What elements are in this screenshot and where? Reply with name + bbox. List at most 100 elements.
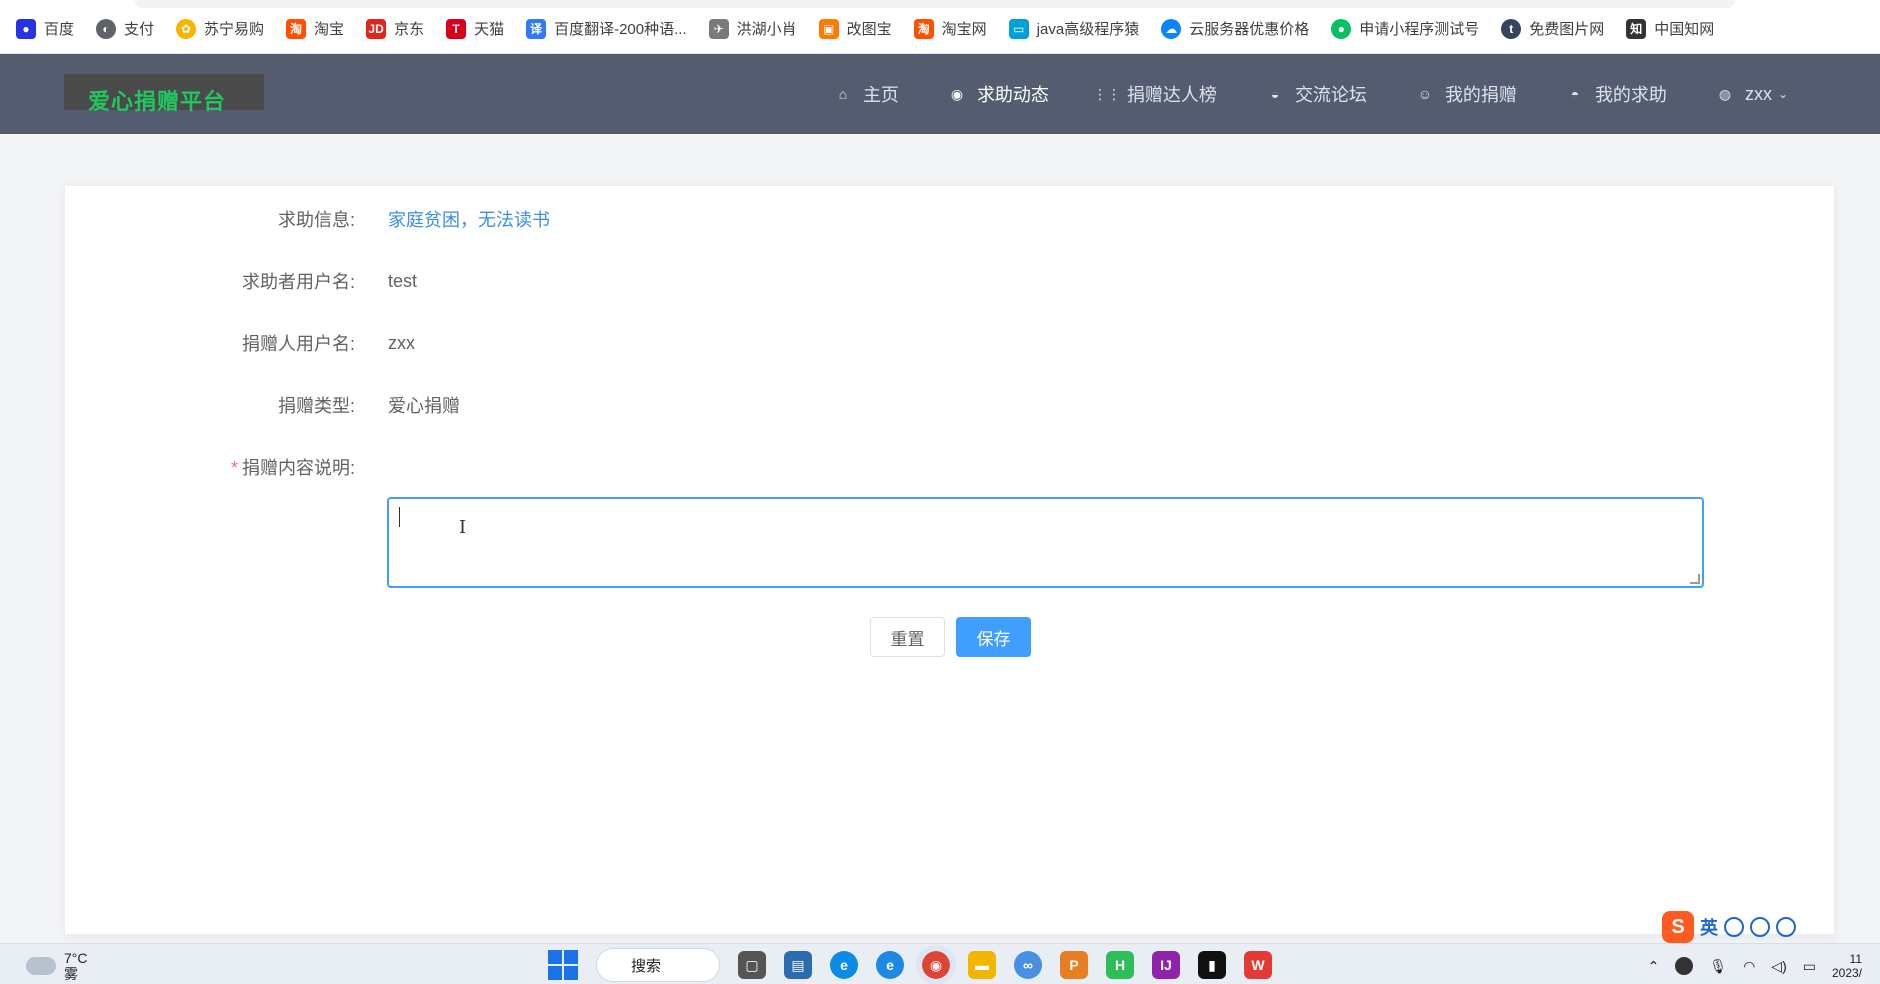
wifi-icon[interactable]: ◠ bbox=[1743, 958, 1755, 975]
sogou-ime-icon[interactable]: S bbox=[1662, 911, 1694, 943]
donor-value: zxx bbox=[388, 332, 415, 353]
nav-donor-ranking[interactable]: ⋮⋮ 捐赠达人榜 bbox=[1092, 81, 1217, 107]
donation-form-card: 求助信息: 家庭贫困，无法读书 求助者用户名: test 捐赠人用户名: zxx… bbox=[64, 185, 1835, 935]
donor-row: 捐赠人用户名: zxx bbox=[65, 330, 415, 356]
bilibili-icon: ▭ bbox=[1008, 18, 1029, 39]
hbuilder-icon[interactable]: H bbox=[1106, 951, 1134, 979]
type-value: 爱心捐赠 bbox=[388, 396, 460, 416]
ime-toolbar: S 英 bbox=[1662, 910, 1796, 944]
chevron-down-icon: ⌄ bbox=[1777, 87, 1788, 101]
bookmarks-bar: ● 百度 ◐ 支付 ✿ 苏宁易购 淘淘宝 JD 京东 T 天猫 译百度翻译-200种语..… bbox=[0, 0, 1880, 54]
weather-temp: 7°C bbox=[64, 950, 88, 966]
save-button[interactable]: 保存 bbox=[956, 617, 1031, 657]
user-icon: ◍ bbox=[1718, 85, 1732, 102]
requester-value: test bbox=[388, 270, 418, 291]
taskbar-apps: 搜索 ▢ ▤ e e ◉ ▬ ∞ P H IJ ▮ W bbox=[548, 945, 1272, 984]
bookmark-suning[interactable]: ✿ 苏宁易购 bbox=[176, 18, 264, 39]
powerpoint-icon[interactable]: P bbox=[1060, 951, 1088, 979]
resize-handle-icon[interactable] bbox=[1690, 574, 1700, 584]
tmall-icon: T bbox=[446, 18, 467, 39]
bookmark-taobao-net[interactable]: 淘淘宝网 bbox=[913, 18, 987, 39]
translate-icon: 译 bbox=[526, 18, 547, 39]
folder-icon[interactable]: ▬ bbox=[968, 951, 996, 979]
bookmark-miniprogram[interactable]: ● 申请小程序测试号 bbox=[1331, 18, 1479, 39]
qq-icon[interactable] bbox=[1675, 957, 1694, 975]
taskbar-search[interactable]: 搜索 bbox=[596, 948, 720, 982]
bookmark-tmall[interactable]: T 天猫 bbox=[446, 18, 504, 39]
bookmark-honghu[interactable]: ✈ 洪湖小肖 bbox=[708, 18, 797, 39]
text-caret bbox=[399, 507, 400, 527]
emoji-icon[interactable] bbox=[1724, 917, 1744, 937]
clock[interactable]: 11 2023/ bbox=[1832, 952, 1862, 980]
content-label: * 捐赠内容说明: bbox=[230, 458, 355, 478]
app-header: 爱心捐赠平台 ⌂ 主页 ◉ 求助动态 ⋮⋮ 捐赠达人榜 ◒ 交流论坛 ☺ 我的捐赠 ◓ 我的… bbox=[0, 54, 1880, 134]
edge-icon[interactable]: e bbox=[830, 951, 858, 979]
nav-my-help[interactable]: ◓ 我的求助 bbox=[1567, 81, 1667, 107]
bookmark-gaitubao[interactable]: ▣ 改图宝 bbox=[818, 18, 892, 39]
baidu-paw-icon: ● bbox=[16, 18, 36, 39]
wechat-icon: ● bbox=[1331, 18, 1352, 39]
globe-icon: ◐ bbox=[96, 18, 117, 39]
windows-start-icon[interactable] bbox=[548, 950, 578, 980]
suning-lion-icon: ✿ bbox=[176, 18, 197, 39]
ime-mode-toggle[interactable]: 英 bbox=[1700, 914, 1718, 940]
bookmark-cloud-server[interactable]: ☁ 云服务器优惠价格 bbox=[1161, 18, 1309, 39]
bookmark-java[interactable]: ▭ java高级程序猿 bbox=[1008, 18, 1139, 39]
requester-row: 求助者用户名: test bbox=[65, 268, 417, 294]
help-info-label: 求助信息: bbox=[277, 210, 355, 230]
help-info-value[interactable]: 家庭贫困，无法读书 bbox=[388, 206, 550, 232]
bookmark-baidu-translate[interactable]: 译百度翻译-200种语... bbox=[526, 18, 687, 39]
user-menu[interactable]: ◍ zxx ⌄ bbox=[1717, 84, 1788, 105]
reset-button[interactable]: 重置 bbox=[870, 617, 945, 657]
bookmark-pay[interactable]: ◐ 支付 bbox=[96, 18, 154, 39]
taobao-icon: 淘 bbox=[286, 18, 307, 39]
system-tray: ⌃ 🎙 ◠ ◁) ▭ 11 2023/ bbox=[1648, 952, 1862, 980]
type-row: 捐赠类型: 爱心捐赠 bbox=[65, 392, 460, 418]
microphone-icon[interactable]: 🎙 bbox=[1709, 958, 1727, 975]
bird-icon: ✈ bbox=[708, 18, 729, 39]
bookmark-jd[interactable]: JD 京东 bbox=[366, 18, 424, 39]
volume-icon[interactable]: ◁) bbox=[1771, 958, 1786, 975]
type-label: 捐赠类型: bbox=[277, 396, 355, 416]
bookmark-taobao[interactable]: 淘淘宝 bbox=[286, 18, 344, 39]
terminal-icon[interactable]: ▮ bbox=[1198, 951, 1226, 979]
cnki-icon: 知 bbox=[1626, 18, 1647, 39]
weather-widget[interactable]: 7°C 雾 bbox=[26, 950, 88, 982]
chevron-up-icon[interactable]: ⌃ bbox=[1648, 958, 1660, 975]
help-icon: ◓ bbox=[1570, 86, 1580, 102]
intellij-icon[interactable]: IJ bbox=[1152, 951, 1180, 979]
nav-forum[interactable]: ◒ 交流论坛 bbox=[1267, 81, 1367, 107]
bookmark-list: ● 百度 ◐ 支付 ✿ 苏宁易购 淘淘宝 JD 京东 T 天猫 译百度翻译-200种语..… bbox=[16, 18, 1736, 39]
taskbar: 7°C 雾 搜索 ▢ ▤ e e ◉ ▬ ∞ P H IJ ▮ W ⌃ 🎙 ◠ … bbox=[0, 943, 1880, 984]
logo-text: 爱心捐赠平台 bbox=[88, 89, 227, 114]
compass-icon: ◉ bbox=[950, 85, 964, 102]
help-info-row: 求助信息: 家庭贫困，无法读书 bbox=[65, 206, 550, 232]
app-loop-icon[interactable]: ∞ bbox=[1014, 951, 1042, 979]
content-row: * 捐赠内容说明: bbox=[65, 454, 365, 480]
nav-home[interactable]: ⌂ 主页 bbox=[835, 81, 899, 107]
content-textarea[interactable]: I bbox=[387, 497, 1704, 588]
ibeam-cursor-icon: I bbox=[459, 517, 467, 538]
cloud-icon: ☁ bbox=[1161, 18, 1182, 39]
bookmark-free-images[interactable]: t 免费图片网 bbox=[1501, 18, 1604, 39]
bookmark-baidu[interactable]: ● 百度 bbox=[16, 18, 74, 39]
nav-help-feed[interactable]: ◉ 求助动态 bbox=[949, 81, 1049, 107]
ie-icon[interactable]: e bbox=[876, 951, 904, 979]
microphone-icon[interactable] bbox=[1750, 917, 1770, 937]
explorer-pc-icon[interactable]: ▤ bbox=[784, 951, 812, 979]
requester-label: 求助者用户名: bbox=[241, 272, 355, 292]
tumblr-icon: t bbox=[1501, 18, 1522, 39]
keyboard-icon[interactable] bbox=[1776, 917, 1796, 937]
required-mark: * bbox=[230, 458, 238, 478]
battery-icon[interactable]: ▭ bbox=[1803, 958, 1816, 975]
search-label: 搜索 bbox=[631, 957, 662, 975]
chrome-icon[interactable]: ◉ bbox=[916, 945, 956, 984]
grid-icon: ⋮⋮ bbox=[1092, 85, 1121, 102]
jd-icon: JD bbox=[366, 18, 387, 39]
task-view-icon[interactable]: ▢ bbox=[738, 951, 766, 979]
bookmark-cnki[interactable]: 知中国知网 bbox=[1626, 18, 1714, 39]
cloud-icon bbox=[26, 957, 56, 975]
wps-icon[interactable]: W bbox=[1244, 951, 1272, 979]
nav-my-donations[interactable]: ☺ 我的捐赠 bbox=[1417, 81, 1517, 107]
logo[interactable]: 爱心捐赠平台 bbox=[64, 74, 264, 114]
